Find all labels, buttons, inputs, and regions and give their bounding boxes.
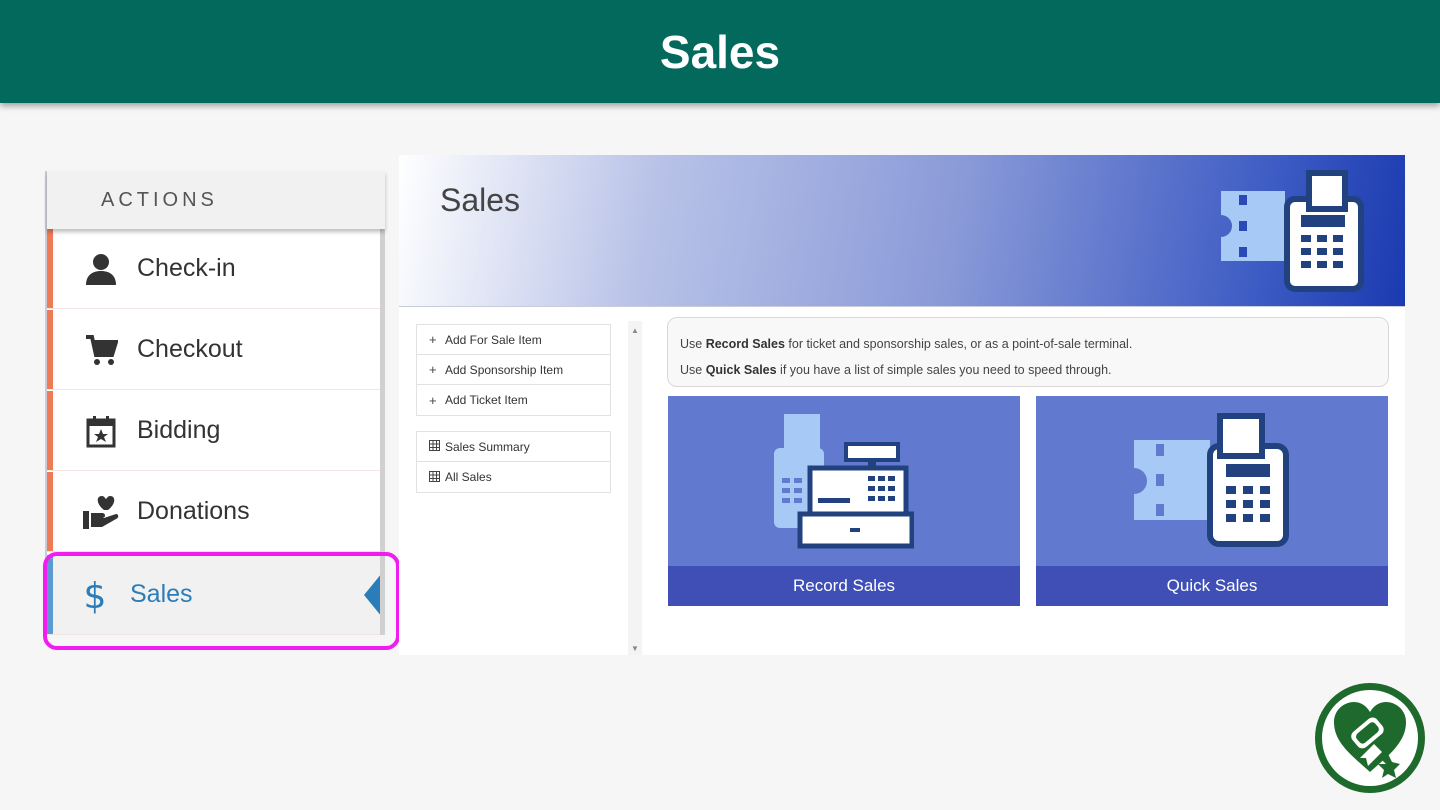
quick-sales-tile[interactable]: Quick Sales (1036, 396, 1388, 606)
sidebar-item-label: Bidding (137, 416, 221, 444)
sales-summary-link[interactable]: Sales Summary (417, 432, 610, 462)
cash-register-icon (774, 414, 915, 555)
heart-ribbon-icon (1322, 690, 1418, 786)
add-sponsorship-item[interactable]: + Add Sponsorship Item (417, 355, 610, 385)
sidebar-item-label: Check-in (137, 254, 236, 282)
table-icon (429, 439, 443, 454)
menu-item-label: Add For Sale Item (445, 332, 542, 347)
item-accent (47, 310, 53, 389)
brand-logo (1315, 683, 1425, 793)
menu-scrollbar[interactable]: ▲ ▼ (628, 321, 642, 655)
page-title: Sales (659, 25, 781, 78)
panel-title: Sales (440, 182, 521, 218)
sales-panel: Sales + Add For Sale Item + Add Sponsorshi… (399, 155, 1405, 655)
scroll-up-icon[interactable]: ▲ (631, 326, 639, 335)
item-accent (47, 391, 53, 470)
cart-icon (81, 330, 121, 370)
menu-item-label: Add Sponsorship Item (445, 362, 564, 377)
menu-item-label: Sales Summary (445, 439, 530, 454)
plus-icon: + (429, 332, 437, 347)
sidebar-item-donations[interactable]: Donations (47, 472, 380, 552)
highlight-box (43, 552, 400, 650)
calendar-star-icon (81, 411, 121, 451)
tile-caption: Quick Sales (1036, 566, 1388, 606)
sidebar-item-check-in[interactable]: Check-in (47, 229, 380, 309)
sidebar-item-label: Donations (137, 497, 250, 525)
plus-icon: + (429, 362, 437, 377)
info-line-record: Use Record Sales for ticket and sponsors… (680, 337, 1133, 351)
reports-menu: Sales Summary All Sales (416, 431, 611, 493)
sales-info-box: Use Record Sales for ticket and sponsors… (667, 317, 1389, 387)
sidebar-heading: ACTIONS (47, 171, 385, 229)
item-accent (47, 229, 53, 308)
menu-item-label: All Sales (445, 470, 492, 484)
ticket-terminal-icon (1221, 169, 1367, 298)
all-sales-link[interactable]: All Sales (417, 462, 610, 492)
sidebar-item-checkout[interactable]: Checkout (47, 310, 380, 390)
sales-banner: Sales (399, 155, 1405, 307)
top-bar: Sales (0, 0, 1440, 103)
tile-caption: Record Sales (668, 566, 1020, 606)
menu-item-label: Add Ticket Item (445, 393, 528, 407)
add-item-menu: + Add For Sale Item + Add Sponsorship Item… (416, 324, 611, 416)
add-ticket-item[interactable]: + Add Ticket Item (417, 385, 610, 415)
info-line-quick: Use Quick Sales if you have a list of si… (680, 363, 1112, 377)
item-accent (47, 472, 53, 551)
scroll-down-icon[interactable]: ▼ (631, 644, 639, 653)
person-icon (81, 249, 121, 289)
sidebar-item-bidding[interactable]: Bidding (47, 391, 380, 471)
hand-heart-icon (81, 492, 121, 532)
record-sales-tile[interactable]: Record Sales (668, 396, 1020, 606)
plus-icon: + (429, 392, 437, 408)
add-for-sale-item[interactable]: + Add For Sale Item (417, 325, 610, 355)
table-icon (429, 470, 443, 485)
sidebar-item-label: Checkout (137, 335, 243, 363)
sidebar-heading-label: ACTIONS (101, 188, 218, 211)
ticket-terminal-icon (1134, 412, 1294, 553)
